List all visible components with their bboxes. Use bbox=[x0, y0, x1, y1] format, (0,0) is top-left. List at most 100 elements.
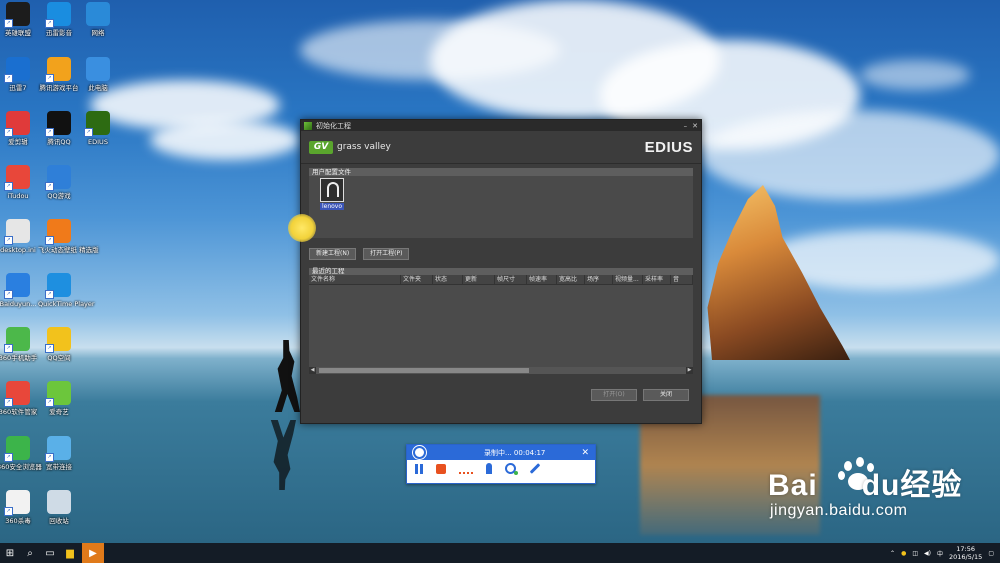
desktop-icon[interactable]: ↗ 360手机助手 bbox=[0, 327, 39, 362]
tencent-games-icon: ↗ bbox=[45, 57, 71, 83]
column-header[interactable]: 帧尺寸 bbox=[495, 275, 527, 284]
qq-game-icon: ↗ bbox=[45, 165, 71, 191]
stop-icon[interactable] bbox=[436, 463, 446, 474]
baidu-watermark: Bai du经验 jingyan.baidu.com bbox=[768, 460, 962, 520]
desktop-icon[interactable]: ↗ 迅雷7 bbox=[0, 57, 39, 92]
close-icon[interactable]: ✕ bbox=[692, 122, 698, 130]
notifications-icon[interactable]: ▢ bbox=[988, 550, 994, 557]
shortcut-arrow-icon: ↗ bbox=[4, 344, 13, 353]
recorder-header[interactable]: 录制中... 00:04:17 ✕ bbox=[407, 445, 595, 460]
desktop-icon-label: 宽带连接 bbox=[46, 463, 72, 471]
shortcut-arrow-icon: ↗ bbox=[45, 74, 54, 83]
desktop-icon[interactable]: ↗ 360安全浏览器 bbox=[0, 436, 42, 471]
taskbar: ⊞ ⌕ ▭ ▆ ▶ ⌃ ● ◫ ◀) 中 17:56 2016/5/15 ▢ bbox=[0, 543, 1000, 563]
grass-valley-text: grass valley bbox=[337, 142, 391, 152]
desktop-icon[interactable]: ↗ 腾讯游戏平台 bbox=[38, 57, 80, 92]
network-icon bbox=[86, 2, 110, 26]
mic-icon[interactable] bbox=[486, 463, 492, 474]
shortcut-arrow-icon: ↗ bbox=[4, 236, 13, 245]
file-icon: ↗ bbox=[4, 219, 30, 245]
close-button[interactable]: 关闭 bbox=[643, 389, 689, 401]
column-header[interactable]: 状态 bbox=[433, 275, 463, 284]
desktop-icon[interactable]: ↗ 迅雷影音 bbox=[38, 2, 80, 37]
cloud bbox=[700, 110, 1000, 200]
screen-recorder-bar: 录制中... 00:04:17 ✕ bbox=[406, 444, 596, 484]
desktop-icon[interactable]: 网络 bbox=[77, 2, 119, 37]
desktop-icon[interactable]: ↗ 爱剪辑 bbox=[0, 111, 39, 146]
recycle-bin-icon bbox=[47, 490, 71, 514]
start-windows-icon[interactable]: ⊞ bbox=[0, 543, 20, 563]
show-hidden-icons-icon[interactable]: ⌃ bbox=[890, 550, 895, 557]
desktop-icon[interactable]: ↗ 360杀毒 bbox=[0, 490, 39, 525]
desktop-icon[interactable]: ↗ 360软件管家 bbox=[0, 381, 39, 416]
desktop-icon-label: 360杀毒 bbox=[5, 517, 31, 525]
scroll-right-icon[interactable]: ▶ bbox=[686, 367, 693, 374]
desktop-icon[interactable]: ↗ 飞火动态壁纸 精选版 bbox=[38, 219, 99, 254]
clock[interactable]: 17:56 2016/5/15 bbox=[949, 545, 982, 561]
feihuo-wallpaper-icon: ↗ bbox=[45, 219, 71, 245]
column-header[interactable]: 文件夹 bbox=[401, 275, 433, 284]
aijianji-icon: ↗ bbox=[4, 111, 30, 137]
watermark-url: jingyan.baidu.com bbox=[770, 502, 908, 519]
shortcut-arrow-icon: ↗ bbox=[45, 453, 54, 462]
minimize-icon[interactable]: – bbox=[684, 122, 688, 130]
desktop-icon[interactable]: ↗ EDIUS bbox=[77, 111, 119, 146]
iqiyi-icon: ↗ bbox=[45, 381, 71, 407]
shortcut-arrow-icon: ↗ bbox=[45, 19, 54, 28]
desktop-icon-label: EDIUS bbox=[88, 138, 108, 146]
column-header[interactable]: 更新 bbox=[463, 275, 495, 284]
desktop-icon[interactable]: ↗ 英雄联盟 bbox=[0, 2, 39, 37]
desktop-icon[interactable]: ↗ QQ空间 bbox=[38, 327, 80, 362]
column-header[interactable]: 宽高比 bbox=[557, 275, 585, 284]
brand-bar: GV grass valley EDIUS bbox=[301, 131, 701, 164]
column-header[interactable]: 场序 bbox=[585, 275, 613, 284]
desktop-icon[interactable]: 回收站 bbox=[38, 490, 80, 525]
column-header[interactable]: 采样率 bbox=[643, 275, 671, 284]
close-icon[interactable]: ✕ bbox=[581, 448, 589, 458]
search-icon[interactable]: ⌕ bbox=[20, 543, 40, 563]
user-profile-icon bbox=[320, 178, 344, 202]
column-header[interactable]: 视频量... bbox=[613, 275, 643, 284]
column-header[interactable]: 音 bbox=[671, 275, 693, 284]
desktop-icon[interactable]: ↗ iTudou bbox=[0, 165, 39, 200]
desktop-icon[interactable]: ↗ QQ游戏 bbox=[38, 165, 80, 200]
webcam-icon[interactable] bbox=[505, 463, 518, 475]
desktop-icon[interactable]: ↗ QuickTime Player bbox=[38, 273, 95, 308]
recent-projects-list[interactable] bbox=[309, 285, 693, 367]
pen-icon[interactable] bbox=[529, 463, 541, 474]
column-header[interactable]: 文件名称 bbox=[309, 275, 401, 284]
desktop-icon[interactable]: 此电脑 bbox=[77, 57, 119, 92]
edius-taskbar-icon[interactable]: ▶ bbox=[82, 543, 104, 563]
desktop-icon-label: 网络 bbox=[91, 29, 105, 37]
ime-icon[interactable]: 中 bbox=[937, 549, 943, 558]
scrollbar-thumb[interactable] bbox=[319, 368, 529, 373]
desktop-icon[interactable]: ↗ 宽带连接 bbox=[38, 436, 80, 471]
shortcut-arrow-icon: ↗ bbox=[45, 236, 54, 245]
open-project-button[interactable]: 打开工程(P) bbox=[363, 248, 410, 260]
volume-icon[interactable]: ◀) bbox=[924, 550, 931, 557]
pause-icon[interactable] bbox=[415, 463, 423, 474]
horizontal-scrollbar[interactable]: ◀ ▶ bbox=[309, 367, 693, 374]
desktop-icon[interactable]: ↗ Baiduyun... bbox=[0, 273, 39, 308]
line-icon[interactable] bbox=[459, 469, 473, 474]
tray-app-icon[interactable]: ● bbox=[901, 550, 906, 557]
shortcut-arrow-icon: ↗ bbox=[4, 398, 13, 407]
desktop-icon[interactable]: ↗ 腾讯QQ bbox=[38, 111, 80, 146]
desktop-icon[interactable]: ↗ desktop.ini bbox=[0, 219, 39, 254]
network-icon[interactable]: ◫ bbox=[912, 550, 918, 557]
file-explorer-icon[interactable]: ▆ bbox=[60, 543, 80, 563]
open-button[interactable]: 打开(O) bbox=[591, 389, 637, 401]
new-project-button[interactable]: 新建工程(N) bbox=[309, 248, 357, 260]
desktop-icon-label: QuickTime Player bbox=[38, 300, 95, 308]
scroll-left-icon[interactable]: ◀ bbox=[309, 367, 316, 374]
column-header[interactable]: 帧速率 bbox=[527, 275, 557, 284]
desktop-icon-label: 360安全浏览器 bbox=[0, 463, 42, 471]
profile-item-lenovo[interactable]: lenovo bbox=[320, 178, 344, 210]
desktop-icon[interactable]: ↗ 爱奇艺 bbox=[38, 381, 80, 416]
shortcut-arrow-icon: ↗ bbox=[45, 128, 54, 137]
shortcut-arrow-icon: ↗ bbox=[4, 290, 13, 299]
quicktime-icon: ↗ bbox=[45, 273, 71, 299]
dialog-titlebar[interactable]: 初始化工程 – ✕ bbox=[301, 120, 701, 131]
task-view-icon[interactable]: ▭ bbox=[40, 543, 60, 563]
watermark-brand-2: du bbox=[861, 469, 901, 502]
